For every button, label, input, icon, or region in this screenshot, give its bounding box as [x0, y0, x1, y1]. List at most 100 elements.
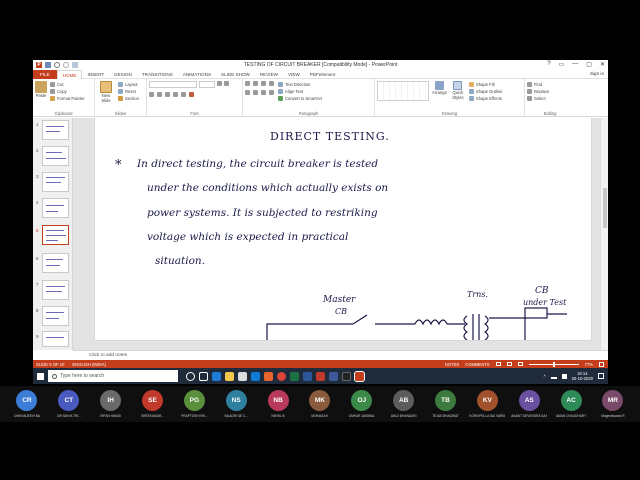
slide-sorter-icon[interactable] — [506, 362, 512, 366]
mail-icon[interactable] — [251, 371, 260, 381]
network-icon[interactable] — [550, 374, 557, 379]
slide-thumbnail-5[interactable] — [42, 225, 69, 245]
find-button[interactable]: Find — [527, 81, 573, 88]
notes-toggle[interactable]: NOTES — [445, 362, 459, 367]
slide-thumbnail-7[interactable] — [42, 280, 69, 300]
numbering-icon[interactable] — [253, 81, 258, 86]
tab-pdfelement[interactable]: PDFelement — [305, 70, 341, 79]
participant-tile[interactable]: CT CHITANYA TRI... — [54, 386, 84, 422]
maximize-icon[interactable]: ▢ — [586, 61, 592, 68]
layout-button[interactable]: Layout — [118, 81, 139, 88]
reading-view-icon[interactable] — [517, 362, 523, 366]
align-center-icon[interactable] — [253, 90, 258, 95]
participant-tile[interactable]: NB NIKHIL B — [263, 386, 293, 422]
format-painter-button[interactable]: Format Painter — [50, 95, 85, 102]
participant-tile[interactable]: SE SREEKUMAR... — [138, 386, 168, 422]
start-button[interactable] — [33, 368, 47, 384]
shape-outline-button[interactable]: Shape Outline — [468, 88, 502, 95]
slide-thumbnail-pane[interactable]: 1 2 3 4 5 6 7 8 9 — [33, 118, 73, 350]
help-icon[interactable]: ? — [547, 61, 550, 68]
close-icon[interactable]: ✕ — [600, 61, 605, 68]
participant-tile[interactable]: MK MONAGA K — [305, 386, 335, 422]
replace-button[interactable]: Replace — [527, 88, 573, 95]
justify-icon[interactable] — [269, 90, 274, 95]
comments-toggle[interactable]: COMMENTS — [465, 362, 489, 367]
volume-icon[interactable] — [561, 373, 567, 379]
grow-font-icon[interactable] — [217, 81, 222, 86]
cut-button[interactable]: Cut — [50, 81, 85, 88]
excel-icon[interactable] — [290, 371, 299, 381]
slide-thumbnail-2[interactable] — [42, 146, 69, 166]
bullets-icon[interactable] — [245, 81, 250, 86]
tab-design[interactable]: DESIGN — [109, 70, 137, 79]
participant-tile[interactable]: KV KORIVPELLA SAI VARSH — [469, 386, 505, 422]
zoom-level[interactable]: 77% — [585, 362, 593, 367]
language-indicator[interactable]: ENGLISH (INDIA) — [72, 362, 106, 367]
notifications-icon[interactable] — [598, 373, 604, 379]
participant-tile[interactable]: CR CHIRANJEEVI BA — [12, 386, 42, 422]
text-direction-button[interactable]: Text Direction — [278, 81, 322, 88]
ribbon-display-icon[interactable]: ▭ — [559, 61, 565, 68]
chrome-icon[interactable] — [277, 371, 286, 381]
shrink-font-icon[interactable] — [224, 81, 229, 86]
copy-button[interactable]: Copy — [50, 88, 85, 95]
tab-review[interactable]: REVIEW — [255, 70, 283, 79]
paste-button[interactable]: Paste — [35, 81, 47, 102]
tab-file[interactable]: FILE — [33, 69, 57, 79]
slide-thumbnail-8[interactable] — [42, 306, 69, 326]
new-slide-button[interactable]: New Slide — [97, 81, 115, 103]
slide-thumbnail-3[interactable] — [42, 172, 69, 192]
participant-tile[interactable]: OJ OMKAR JAISWAL — [347, 386, 377, 422]
shape-fill-button[interactable]: Shape Fill — [468, 81, 503, 88]
underline-icon[interactable] — [165, 92, 170, 97]
participant-tile[interactable]: NS NILADRI SE C... — [221, 386, 251, 422]
tab-slide-show[interactable]: SLIDE SHOW — [216, 70, 255, 79]
slide-thumbnail-6[interactable] — [42, 253, 69, 273]
powerpoint-taskbar-icon[interactable] — [354, 370, 365, 382]
arrange-button[interactable]: Arrange — [432, 81, 447, 102]
reset-button[interactable]: Reset — [118, 88, 139, 95]
font-size-select[interactable] — [199, 81, 215, 88]
cortana-icon[interactable] — [186, 371, 195, 381]
media-icon[interactable] — [342, 371, 351, 381]
normal-view-icon[interactable] — [495, 362, 501, 366]
shapes-gallery[interactable] — [377, 81, 429, 101]
increase-indent-icon[interactable] — [269, 81, 274, 86]
sign-in-link[interactable]: Sign in — [590, 71, 604, 76]
tab-insert[interactable]: INSERT — [82, 70, 109, 79]
current-slide[interactable]: DIRECT TESTING. * In direct testing, the… — [95, 118, 591, 340]
decrease-indent-icon[interactable] — [261, 81, 266, 86]
participant-tile[interactable]: TB TEJAS BHAGWAT — [431, 386, 461, 422]
participant-tile[interactable]: AS ANANT DEVENDRA SAXENA — [511, 386, 547, 422]
participant-tile[interactable]: PG PRAPTOSH KRI... — [179, 386, 209, 422]
participant-tile[interactable]: IH IRFAN HAMID — [96, 386, 126, 422]
tab-view[interactable]: VIEW — [283, 70, 305, 79]
align-text-button[interactable]: Align Text — [278, 88, 322, 95]
italic-icon[interactable] — [157, 92, 162, 97]
participant-tile[interactable]: AC AMAN CHAUDHARY — [556, 386, 586, 422]
quick-styles-button[interactable]: Quick Styles — [450, 81, 466, 102]
firefox-icon[interactable] — [264, 371, 273, 381]
font-color-icon[interactable] — [189, 92, 194, 97]
minimize-icon[interactable]: — — [572, 61, 578, 68]
notes-pane[interactable]: Click to add notes — [73, 350, 608, 360]
tab-transitions[interactable]: TRANSITIONS — [137, 70, 178, 79]
edge-icon[interactable] — [212, 371, 221, 381]
slide-thumbnail-1[interactable] — [42, 120, 69, 140]
align-left-icon[interactable] — [245, 90, 250, 95]
clock[interactable]: 16:14 20-10-2020 — [572, 371, 593, 381]
participant-tile[interactable]: MR Mageshwaran R — [598, 386, 628, 422]
task-view-icon[interactable] — [199, 371, 208, 381]
slide-thumbnail-4[interactable] — [42, 198, 69, 218]
taskbar-search[interactable]: Type here to search — [48, 370, 178, 382]
scrollbar-thumb[interactable] — [603, 188, 607, 228]
shadow-icon[interactable] — [173, 92, 178, 97]
bold-icon[interactable] — [149, 92, 154, 97]
vertical-scrollbar[interactable] — [600, 118, 608, 350]
word-icon[interactable] — [303, 371, 312, 381]
select-button[interactable]: Select — [527, 95, 573, 102]
tray-chevron-icon[interactable]: ^ — [544, 374, 546, 379]
shape-effects-button[interactable]: Shape Effects — [468, 95, 503, 102]
zoom-slider[interactable] — [528, 361, 579, 367]
convert-smartart-button[interactable]: Convert to SmartArt — [278, 95, 322, 102]
